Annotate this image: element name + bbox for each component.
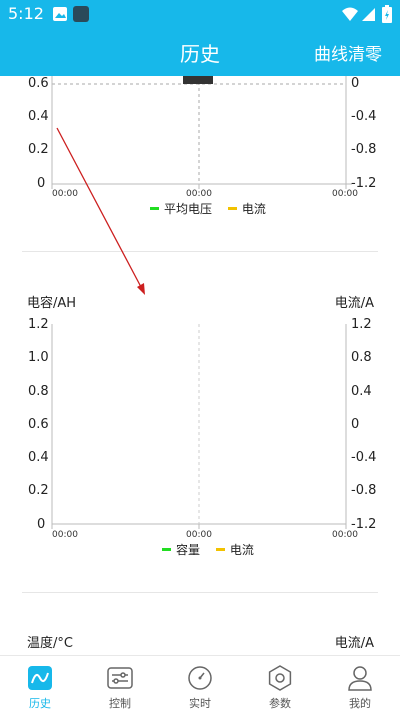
status-time: 5:12 bbox=[8, 4, 44, 23]
tab-parameters[interactable]: 参数 bbox=[240, 656, 320, 712]
wifi-icon bbox=[342, 7, 358, 21]
tab-control[interactable]: 控制 bbox=[80, 656, 160, 712]
tab-profile[interactable]: 我的 bbox=[320, 656, 400, 712]
tab-label: 我的 bbox=[349, 697, 371, 710]
gauge-icon bbox=[188, 666, 212, 690]
image-notification-icon bbox=[53, 7, 67, 21]
tab-label: 历史 bbox=[29, 697, 51, 710]
app-bar: 历史 曲线清零 bbox=[0, 28, 400, 76]
reset-curve-button[interactable]: 曲线清零 bbox=[314, 40, 382, 65]
bottom-tab-bar: 历史 控制 实时 参数 我的 bbox=[0, 655, 400, 712]
tab-history[interactable]: 历史 bbox=[0, 656, 80, 712]
signal-icon bbox=[362, 8, 375, 21]
tab-realtime[interactable]: 实时 bbox=[160, 656, 240, 712]
wave-chart-icon bbox=[28, 666, 52, 690]
chart-scroll-area[interactable]: 0.6 0.4 0.2 0 0 -0.4 -0.8 -1.2 00:00 00:… bbox=[0, 76, 400, 655]
hexagon-nut-icon bbox=[268, 665, 292, 691]
battery-icon bbox=[382, 5, 392, 23]
status-bar: 5:12 bbox=[0, 0, 400, 28]
tab-label: 控制 bbox=[109, 697, 131, 710]
tab-label: 参数 bbox=[269, 697, 291, 710]
user-icon bbox=[348, 666, 372, 691]
annotation-arrow bbox=[56, 127, 145, 295]
tab-label: 实时 bbox=[189, 697, 211, 710]
app-notification-icon bbox=[73, 6, 89, 22]
sliders-icon bbox=[107, 667, 133, 689]
